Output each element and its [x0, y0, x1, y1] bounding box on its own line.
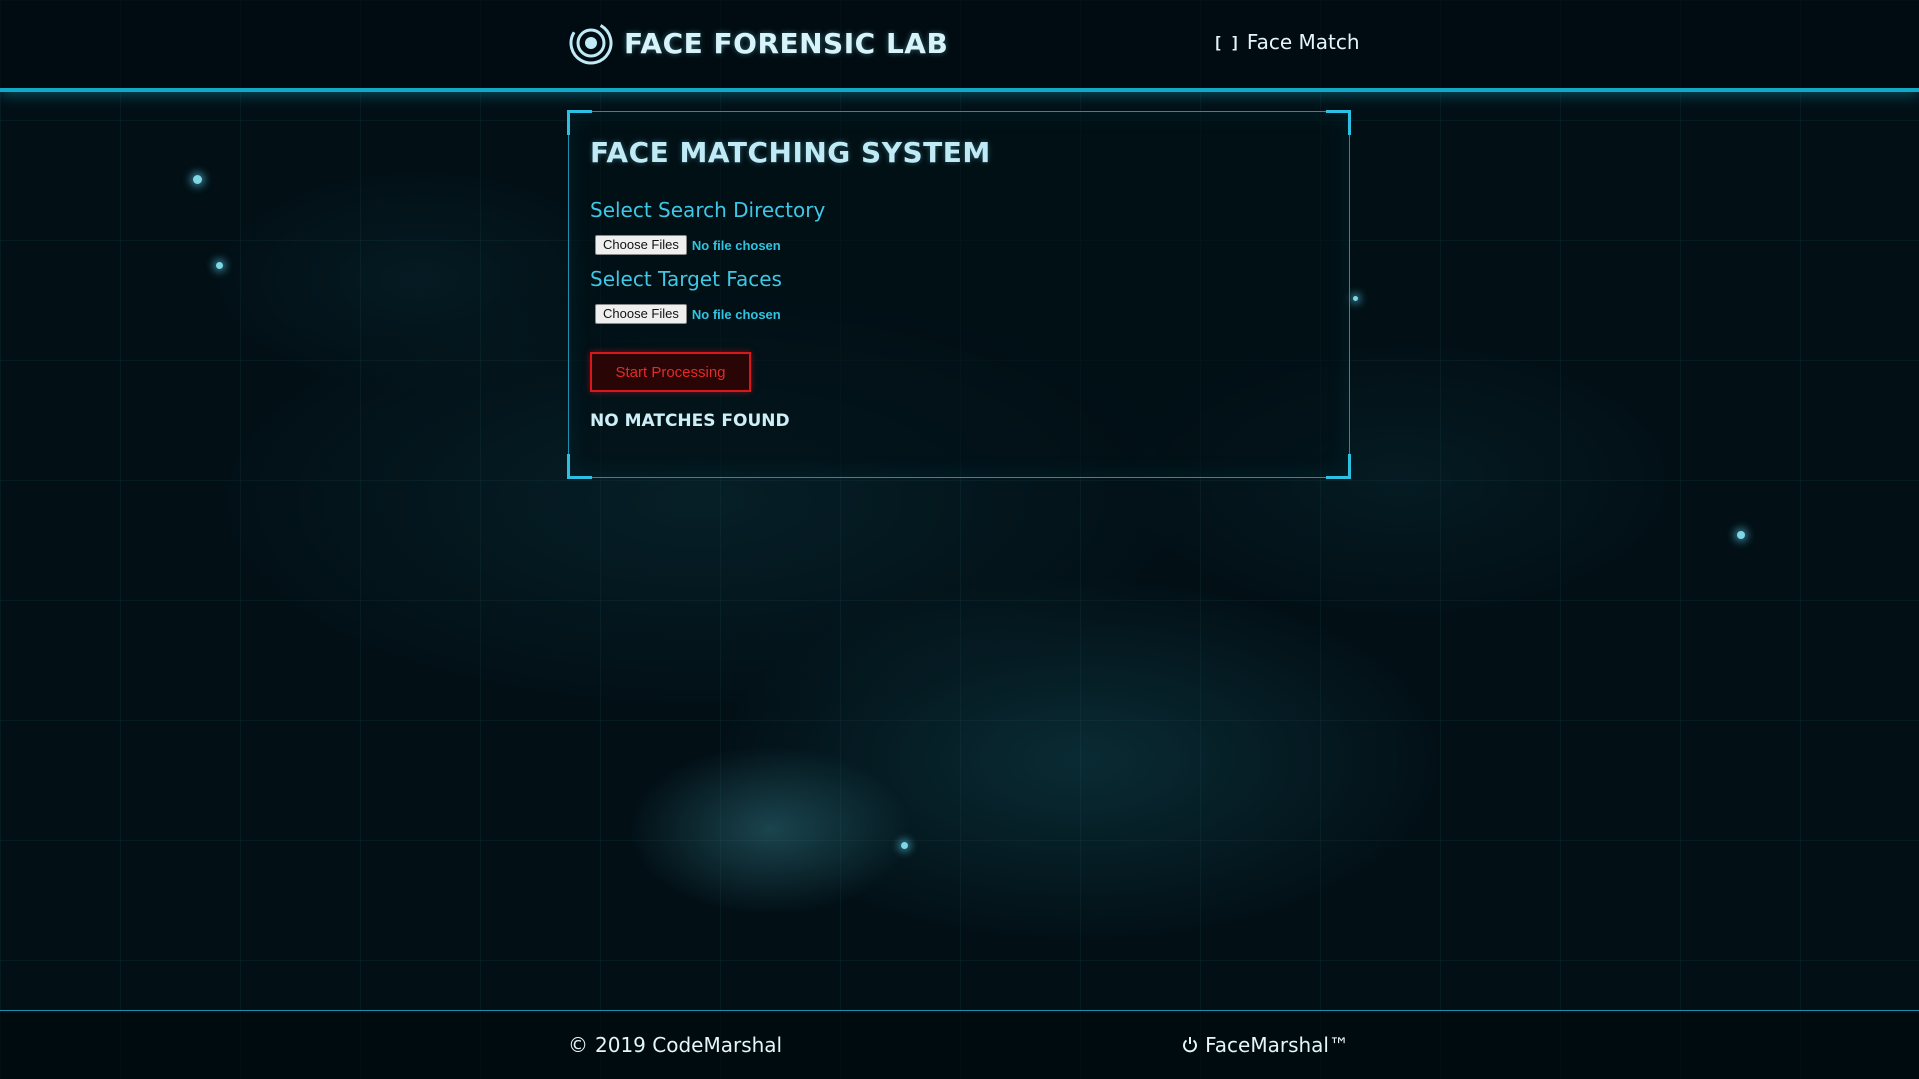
panel-corner — [1326, 110, 1351, 135]
copyright: © 2019 CodeMarshal — [568, 1033, 782, 1057]
search-directory-status: No file chosen — [691, 237, 781, 253]
search-directory-file-input[interactable]: Choose Files No file chosen — [595, 235, 781, 255]
panel-corner — [567, 454, 592, 479]
background-star — [1353, 296, 1358, 301]
product-label: FaceMarshal™ — [1205, 1033, 1349, 1057]
copyright-icon: © — [568, 1033, 588, 1057]
search-directory-label: Select Search Directory — [590, 198, 826, 222]
result-status: NO MATCHES FOUND — [590, 411, 790, 431]
app-footer: © 2019 CodeMarshal FaceMarshal™ — [0, 1010, 1919, 1079]
target-faces-file-input[interactable]: Choose Files No file chosen — [595, 304, 781, 324]
panel-corner — [567, 110, 592, 135]
product-name[interactable]: FaceMarshal™ — [1182, 1033, 1349, 1057]
target-faces-label: Select Target Faces — [590, 267, 782, 291]
nav-face-match[interactable]: [ ] Face Match — [1213, 30, 1360, 54]
background-star — [193, 175, 202, 184]
nav-face-match-label: Face Match — [1246, 30, 1360, 54]
background-star — [216, 262, 223, 269]
page-title: FACE MATCHING SYSTEM — [590, 136, 991, 169]
brand-logo[interactable]: FACE FORENSIC LAB — [568, 20, 948, 66]
power-icon — [1183, 1037, 1198, 1053]
search-directory-choose-button[interactable]: Choose Files — [595, 235, 687, 255]
page: FACE FORENSIC LAB [ ] Face Match FACE MA… — [0, 0, 1919, 1079]
background-star — [1737, 531, 1745, 539]
background-star — [901, 842, 908, 849]
start-processing-button[interactable]: Start Processing — [590, 352, 751, 392]
panel-corner — [1326, 454, 1351, 479]
copyright-text: 2019 CodeMarshal — [595, 1033, 783, 1057]
target-icon — [569, 21, 613, 65]
bracket-icon: [ ] — [1213, 32, 1240, 52]
brand-name: FACE FORENSIC LAB — [624, 26, 949, 60]
target-faces-status: No file chosen — [691, 306, 781, 322]
target-faces-choose-button[interactable]: Choose Files — [595, 304, 687, 324]
app-header: FACE FORENSIC LAB [ ] Face Match — [0, 0, 1919, 92]
face-matching-panel: FACE MATCHING SYSTEM Select Search Direc… — [567, 110, 1351, 479]
